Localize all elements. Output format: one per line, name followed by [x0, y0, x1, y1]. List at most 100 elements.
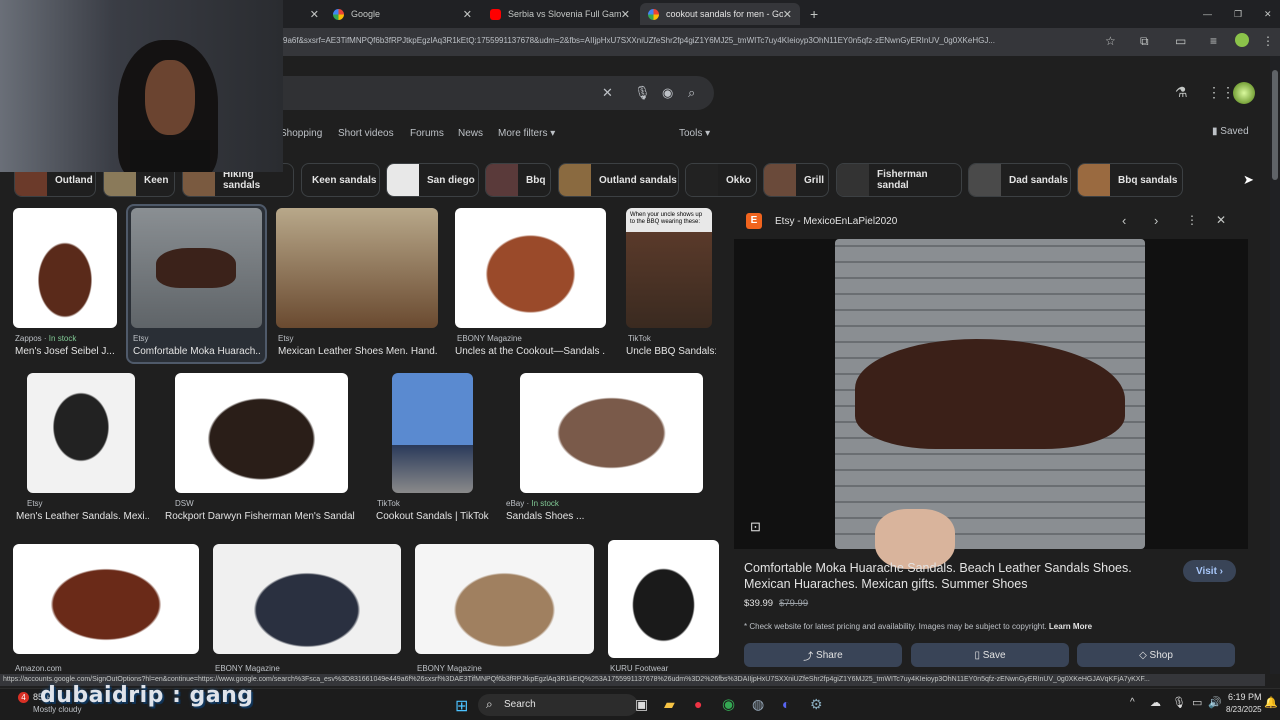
search-input[interactable]: ✕ 🎙 ◉ ⌕	[230, 76, 714, 110]
learn-more-link[interactable]: Learn More	[1049, 622, 1092, 631]
volume-icon[interactable]: 🔊	[1208, 696, 1222, 709]
visit-button[interactable]: Visit ›	[1183, 560, 1236, 582]
discord-icon[interactable]: ◐	[782, 696, 790, 712]
chip-thumbnail	[387, 164, 419, 196]
result-title: Rockport Darwyn Fisherman Men's Sandal -…	[165, 511, 355, 522]
chip-thumbnail	[486, 164, 518, 196]
cloud-icon[interactable]: ☁	[1150, 696, 1161, 709]
cast-icon[interactable]: ▭	[1175, 34, 1186, 48]
pricing-notice: * Check website for latest pricing and a…	[744, 622, 1093, 631]
settings-icon[interactable]: ⚙	[810, 696, 823, 713]
tab-1[interactable]: ✕	[283, 3, 327, 25]
panel-title[interactable]: Comfortable Moka Huarache Sandals. Beach…	[744, 560, 1174, 592]
tab-close-icon[interactable]: ✕	[310, 8, 319, 21]
result-title: Comfortable Moka Huarach...	[133, 346, 261, 357]
mic-tray-icon[interactable]: 🎙	[1172, 696, 1186, 709]
chrome-icon[interactable]: ◉	[722, 695, 735, 713]
tab-active-search[interactable]: cookout sandals for men - Goo ✕	[640, 3, 800, 25]
apps-grid-icon[interactable]: ⋮⋮	[1207, 84, 1235, 101]
star-icon[interactable]: ☆	[1105, 34, 1116, 48]
shop-label: Shop	[1149, 649, 1173, 661]
tab-shopping[interactable]: Shopping	[280, 128, 322, 139]
notifications-icon[interactable]: 🔔	[1264, 696, 1278, 709]
saved-button[interactable]: ▮ Saved	[1212, 126, 1249, 137]
minimize-icon[interactable]: —	[1195, 3, 1215, 25]
microphone-icon[interactable]: 🎙	[634, 85, 651, 101]
chip-bbq[interactable]: Bbq	[485, 163, 551, 197]
tab-close-icon[interactable]: ✕	[621, 8, 630, 21]
chip-fisherman-sandal[interactable]: Fisherman sandal	[836, 163, 962, 197]
more-filters-button[interactable]: More filters ▾	[498, 128, 555, 139]
result-source: EBONY Magazine	[215, 664, 280, 673]
original-price: $79.99	[779, 598, 809, 609]
chip-label: Keen	[144, 174, 169, 186]
display-icon[interactable]: ▭	[1192, 696, 1202, 709]
tab-forums[interactable]: Forums	[410, 128, 444, 139]
lens-search-icon[interactable]: ⊡	[750, 519, 761, 535]
result-image	[520, 373, 703, 493]
lens-icon[interactable]: ◉	[662, 85, 673, 101]
labs-icon[interactable]: ⚗	[1175, 84, 1188, 101]
notification-badge: 4	[18, 692, 29, 703]
close-window-icon[interactable]: ✕	[1256, 3, 1276, 25]
next-icon[interactable]: ›	[1154, 213, 1158, 228]
result-source: DSW	[175, 499, 194, 508]
media-icon[interactable]: ≡	[1210, 34, 1217, 48]
tray-chevron-icon[interactable]: ^	[1130, 697, 1135, 708]
tab-close-icon[interactable]: ✕	[783, 8, 792, 21]
share-button[interactable]: ⤴ Share	[744, 643, 902, 667]
chip-label: Fisherman sandal	[877, 169, 928, 191]
tools-button[interactable]: Tools ▾	[679, 128, 710, 139]
url-field[interactable]: 9a6f&sxsrf=AE3TifMNPQf6b3fRPJtkpEgzlAq3R…	[283, 36, 1093, 45]
new-tab-button[interactable]: +	[802, 3, 822, 25]
more-options-icon[interactable]: ⋮	[1186, 213, 1198, 227]
tab-close-icon[interactable]: ✕	[463, 8, 472, 21]
panel-source[interactable]: Etsy - MexicoEnLaPiel2020	[775, 216, 897, 227]
file-explorer-icon[interactable]: ▰	[664, 696, 675, 713]
result-source: EBONY Magazine	[457, 334, 522, 343]
chip-grill[interactable]: Grill	[763, 163, 829, 197]
chip-dad-sandals[interactable]: Dad sandals	[968, 163, 1071, 197]
google-icon	[333, 8, 344, 20]
chip-outland-sandals[interactable]: Outland sandals	[558, 163, 679, 197]
panel-main-image[interactable]	[835, 239, 1145, 569]
taskbar-search[interactable]: ⌕ Search	[478, 694, 638, 716]
extensions-icon[interactable]: ⧉	[1140, 34, 1149, 49]
close-panel-icon[interactable]: ✕	[1216, 213, 1226, 227]
menu-icon[interactable]: ⋮	[1262, 34, 1274, 48]
tab-youtube[interactable]: Serbia vs Slovenia Full Game Hi ✕	[482, 3, 638, 25]
app-icon[interactable]: ●	[694, 696, 702, 712]
chip-okko[interactable]: Okko	[685, 163, 757, 197]
result-source: Zappos · In stock	[15, 334, 77, 343]
tab-news[interactable]: News	[458, 128, 483, 139]
chip-bbq-sandals[interactable]: Bbq sandals	[1077, 163, 1183, 197]
steam-icon[interactable]: ◍	[752, 696, 764, 713]
scrollbar-thumb[interactable]	[1272, 70, 1278, 180]
clear-icon[interactable]: ✕	[602, 85, 613, 101]
chip-label: Dad sandals	[1009, 174, 1068, 186]
result-title: Sandals Shoes ...	[506, 511, 585, 522]
shop-button[interactable]: ◇ Shop	[1077, 643, 1235, 667]
profile-avatar[interactable]	[1235, 33, 1249, 47]
task-view-icon[interactable]: ▣	[635, 696, 648, 713]
restore-icon[interactable]: ❐	[1226, 3, 1246, 25]
result-image	[415, 544, 594, 654]
windows-start-icon[interactable]: ⊞	[455, 696, 468, 716]
result-title: Uncles at the Cookout—Sandals ...	[455, 346, 605, 357]
result-source: TikTok	[377, 499, 400, 508]
chip-keen-sandals[interactable]: Keen sandals	[301, 163, 380, 197]
chip-san-diego[interactable]: San diego	[386, 163, 479, 197]
tiktok-caption: When your uncle shows up to the BBQ wear…	[630, 212, 703, 225]
page-scrollbar[interactable]	[1270, 56, 1280, 674]
search-icon[interactable]: ⌕	[688, 85, 695, 101]
tab-title: Serbia vs Slovenia Full Game Hi	[508, 9, 621, 19]
result-image: When your uncle shows up to the BBQ wear…	[626, 208, 712, 328]
result-image	[608, 540, 719, 658]
save-button[interactable]: ▯ Save	[911, 643, 1069, 667]
tab-short-videos[interactable]: Short videos	[338, 128, 394, 139]
clock-time[interactable]: 6:19 PM	[1228, 692, 1262, 702]
save-label: Save	[982, 649, 1006, 661]
account-avatar[interactable]	[1233, 82, 1255, 104]
tab-google[interactable]: Google ✕	[325, 3, 480, 25]
previous-icon[interactable]: ‹	[1122, 213, 1126, 228]
